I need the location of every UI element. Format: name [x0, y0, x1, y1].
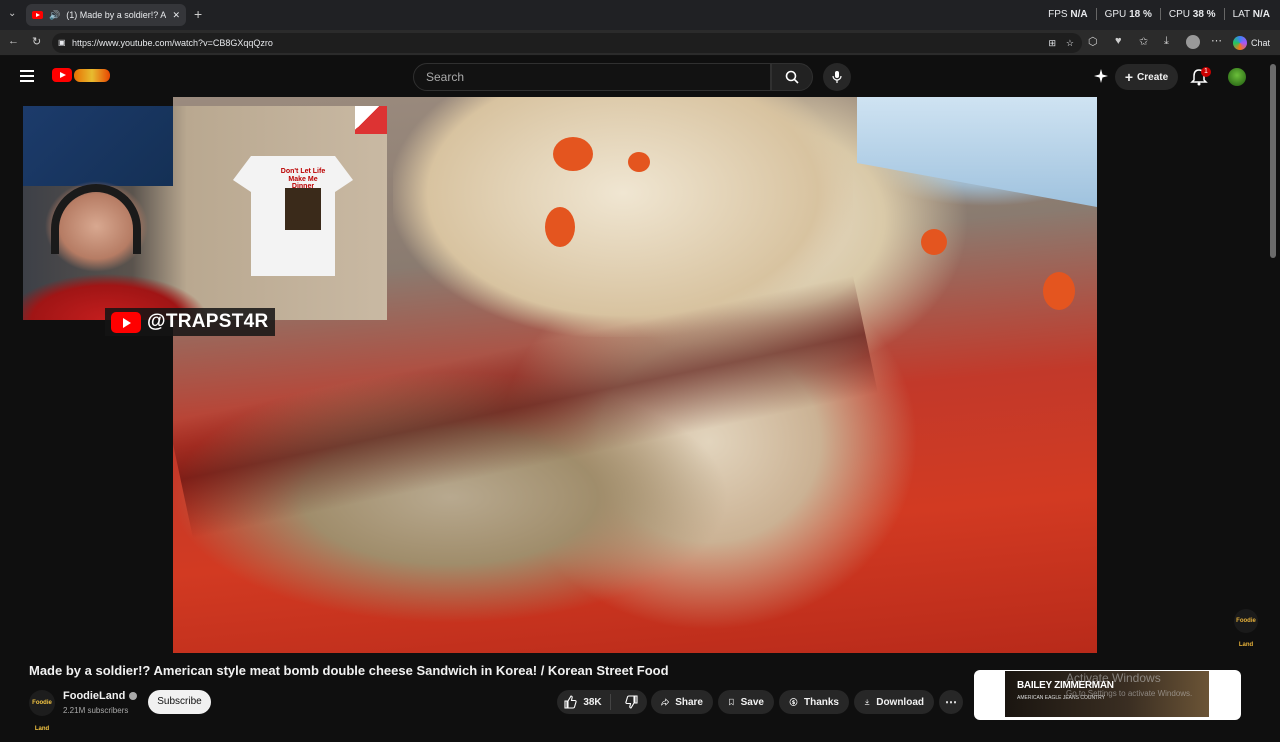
favorites-icon[interactable]: ✩: [1139, 35, 1148, 48]
like-count: 38K: [583, 696, 602, 708]
share-button[interactable]: Share: [651, 690, 713, 714]
sauce-drop: [921, 229, 947, 255]
thanks-button[interactable]: $ Thanks: [779, 690, 849, 714]
browser-tab[interactable]: 🔊 (1) Made by a soldier!? Amer ✕: [26, 4, 186, 26]
notification-count-badge: 1: [1201, 67, 1211, 77]
webcam-wall-poster: [23, 106, 173, 186]
subscriber-count: 2.21M subscribers: [63, 706, 129, 715]
video-frame-sky: [857, 97, 1097, 207]
voice-search-button[interactable]: [823, 63, 851, 91]
address-bar[interactable]: ▣ https://www.youtube.com/watch?v=CB8GXq…: [52, 33, 1082, 53]
scrollbar-thumb[interactable]: [1270, 64, 1276, 258]
new-tab-icon[interactable]: +: [194, 6, 202, 22]
close-tab-icon[interactable]: ✕: [172, 10, 180, 21]
hamburger-menu-icon[interactable]: [20, 70, 34, 82]
dislike-button[interactable]: [617, 695, 647, 709]
performance-overlay: FPS N/A GPU 18 % CPU 38 % LAT N/A: [1048, 8, 1270, 20]
bookmark-icon: [729, 698, 734, 706]
share-arrow-icon: [661, 698, 670, 706]
more-menu-icon[interactable]: ⋯: [1211, 34, 1222, 47]
sauce-drop: [628, 152, 650, 172]
extension-icon[interactable]: ⬡: [1088, 35, 1098, 48]
downloads-icon[interactable]: ⤓: [1164, 35, 1169, 48]
thumbs-down-icon: [625, 695, 638, 709]
sauce-drop: [1043, 272, 1075, 310]
youtube-logo-icon: [111, 311, 141, 333]
perf-lat: LAT N/A: [1232, 8, 1270, 20]
browser-toolbar: ← ↻ ▣ https://www.youtube.com/watch?v=CB…: [0, 30, 1280, 56]
plus-icon: +: [1124, 69, 1134, 85]
search-icon: [785, 70, 799, 84]
account-avatar[interactable]: [1228, 68, 1246, 86]
microphone-icon: [832, 71, 842, 83]
thumbs-up-icon: [564, 695, 577, 709]
activate-windows-subtext: Go to Settings to activate Windows.: [1066, 689, 1193, 698]
create-button[interactable]: + Create: [1115, 64, 1178, 90]
profile-avatar-icon[interactable]: [1186, 35, 1200, 49]
subscribe-button[interactable]: Subscribe: [148, 690, 211, 714]
app-available-icon[interactable]: ⊞: [1048, 33, 1056, 53]
perf-gpu: GPU 18 %: [1104, 8, 1152, 20]
youtube-favicon-icon: [32, 11, 43, 19]
streamer-webcam-overlay: Don't Let Life Make Me Dinner: [23, 106, 387, 320]
like-button[interactable]: 38K: [557, 694, 611, 710]
channel-avatar[interactable]: Foodie Land: [29, 690, 55, 732]
super-thanks-icon: $: [789, 698, 798, 706]
like-dislike-group: 38K: [557, 690, 647, 714]
channel-name-link[interactable]: FoodieLand: [63, 690, 138, 702]
svg-text:$: $: [792, 700, 796, 706]
favorite-star-icon[interactable]: ☆: [1066, 33, 1074, 53]
tab-title: (1) Made by a soldier!? Amer: [66, 10, 167, 20]
url-text: https://www.youtube.com/watch?v=CB8GXqqQ…: [72, 38, 273, 48]
copilot-icon: [1232, 36, 1247, 50]
webcam-shirt-print: [285, 188, 321, 230]
site-info-icon[interactable]: ▣: [58, 33, 66, 53]
copilot-chat-button[interactable]: Chat: [1232, 33, 1270, 53]
performance-icon[interactable]: ♥: [1115, 35, 1122, 47]
more-actions-button[interactable]: ⋯: [939, 690, 963, 714]
sauce-drop: [553, 137, 593, 171]
ai-sparkle-icon[interactable]: [1094, 69, 1108, 83]
perf-fps: FPS N/A: [1048, 8, 1088, 20]
download-icon: [864, 699, 870, 705]
streamer-handle-banner: @TRAPST4R: [105, 308, 275, 336]
youtube-logo[interactable]: [52, 68, 72, 82]
speaker-icon[interactable]: 🔊: [49, 10, 60, 21]
webcam-red-sign: [355, 106, 387, 134]
browser-tab-bar: ⌄ 🔊 (1) Made by a soldier!? Amer ✕ + FPS…: [0, 0, 1280, 30]
video-title: Made by a soldier!? American style meat …: [29, 663, 669, 678]
verified-badge-icon: [129, 692, 138, 700]
refresh-icon[interactable]: ↻: [32, 35, 41, 48]
tab-list-chevron-icon[interactable]: ⌄: [8, 8, 16, 19]
more-horizontal-icon: ⋯: [945, 695, 957, 709]
search-button[interactable]: [771, 63, 813, 91]
search-input[interactable]: Search: [413, 63, 771, 91]
download-button[interactable]: Download: [854, 690, 934, 714]
save-button[interactable]: Save: [718, 690, 774, 714]
doodle-logo-art[interactable]: [74, 69, 110, 82]
back-icon[interactable]: ←: [8, 35, 19, 47]
streamer-handle: @TRAPST4R: [147, 311, 269, 332]
activate-windows-watermark: Activate Windows: [1066, 671, 1161, 685]
sauce-drop: [545, 207, 575, 247]
perf-cpu: CPU 38 %: [1168, 8, 1216, 20]
channel-watermark[interactable]: Foodie Land: [1234, 609, 1258, 648]
